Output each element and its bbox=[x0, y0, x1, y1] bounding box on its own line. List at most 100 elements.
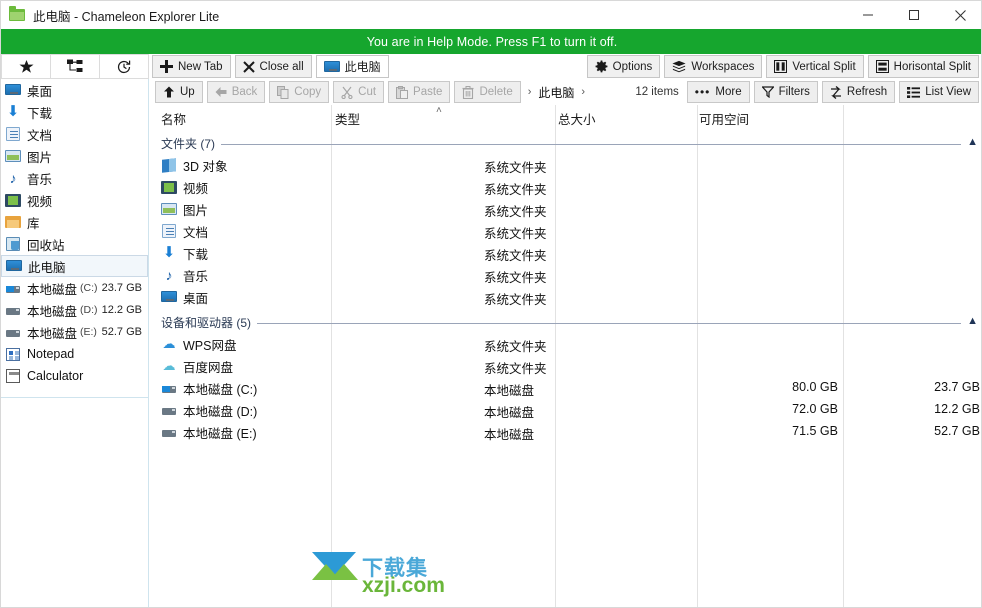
sidebar-item-6[interactable]: 库 bbox=[1, 211, 148, 233]
favorites-icon[interactable] bbox=[1, 54, 51, 79]
history-icon[interactable] bbox=[99, 54, 149, 79]
row-name-label: 桌面 bbox=[183, 291, 209, 306]
row-name-label: 本地磁盘 (C:) bbox=[183, 382, 258, 397]
row-name-cell: 文档 bbox=[161, 220, 208, 242]
back-button[interactable]: Back bbox=[206, 81, 266, 103]
group-header[interactable]: 设备和驱动器 (5) ▲ bbox=[150, 311, 981, 333]
table-row[interactable]: 本地磁盘 (D:) 本地磁盘 72.0 GB 12.2 GB bbox=[150, 399, 981, 421]
vertical-split-button[interactable]: Vertical Split bbox=[766, 55, 864, 78]
document-icon bbox=[161, 223, 177, 239]
up-label: Up bbox=[180, 86, 195, 98]
sidebar-item-size: 52.7 GB bbox=[101, 326, 142, 338]
download-icon: ⬇ bbox=[162, 244, 176, 261]
picture-icon bbox=[5, 148, 21, 164]
row-type-cell: 系统文件夹 bbox=[484, 362, 547, 376]
options-button[interactable]: Options bbox=[586, 55, 661, 78]
table-row[interactable]: 图片 系统文件夹 bbox=[150, 198, 981, 220]
group-collapse-icon[interactable]: ▲ bbox=[967, 315, 978, 327]
sidebar-item-3[interactable]: 图片 bbox=[1, 145, 148, 167]
more-button[interactable]: ••• More bbox=[686, 81, 750, 103]
group-header[interactable]: 文件夹 (7) ▲ bbox=[150, 132, 981, 154]
sidebar-item-12[interactable]: Notepad bbox=[1, 343, 148, 365]
computer-icon bbox=[323, 59, 340, 75]
sidebar-item-13[interactable]: Calculator bbox=[1, 365, 148, 387]
table-row[interactable]: 3D 对象 系统文件夹 bbox=[150, 154, 981, 176]
sidebar-item-7[interactable]: 回收站 bbox=[1, 233, 148, 255]
minimize-button[interactable] bbox=[845, 1, 891, 29]
row-name-cell: ♪ 音乐 bbox=[161, 264, 209, 286]
row-name-cell: 本地磁盘 (E:) bbox=[161, 421, 257, 443]
explorer-window: 此电脑 - Chameleon Explorer Lite You are in… bbox=[0, 0, 982, 608]
delete-button[interactable]: Delete bbox=[454, 81, 521, 103]
column-header-size[interactable]: 总大小 bbox=[558, 109, 596, 128]
sidebar-item-1[interactable]: ⬇ 下载 bbox=[1, 101, 148, 123]
column-header-name[interactable]: 名称 bbox=[161, 109, 186, 128]
up-button[interactable]: Up bbox=[155, 81, 203, 103]
cut-button[interactable]: Cut bbox=[333, 81, 385, 103]
file-groups: 文件夹 (7) ▲ 3D 对象 系统文件夹 视频 系统文件夹 图片 系统文件夹 文档 系统文件夹 ⬇… bbox=[150, 132, 981, 443]
ellipsis-icon: ••• bbox=[694, 85, 711, 99]
refresh-button[interactable]: Refresh bbox=[821, 81, 896, 103]
new-tab-label: New Tab bbox=[178, 60, 223, 73]
table-row[interactable]: 视频 系统文件夹 bbox=[150, 176, 981, 198]
sidebar-item-5[interactable]: 视频 bbox=[1, 189, 148, 211]
close-button[interactable] bbox=[937, 1, 981, 29]
table-row[interactable]: 本地磁盘 (E:) 本地磁盘 71.5 GB 52.7 GB bbox=[150, 421, 981, 443]
table-row[interactable]: ☁ 百度网盘 系统文件夹 bbox=[150, 355, 981, 377]
breadcrumb-this-pc[interactable]: 此电脑 bbox=[538, 84, 574, 101]
copy-button[interactable]: Copy bbox=[269, 81, 330, 103]
row-name-label: 文档 bbox=[183, 225, 209, 240]
breadcrumb-separator-right[interactable]: › bbox=[581, 86, 585, 98]
maximize-button[interactable] bbox=[891, 1, 937, 29]
sidebar-item-label: 回收站 bbox=[27, 238, 65, 253]
list-view-label: List View bbox=[925, 86, 971, 98]
sidebar-item-label: 图片 bbox=[27, 150, 53, 165]
row-name-cell: ⬇ 下载 bbox=[161, 242, 208, 264]
table-row[interactable]: 文档 系统文件夹 bbox=[150, 220, 981, 242]
watermark-logo-icon bbox=[312, 552, 358, 580]
row-free-cell: 12.2 GB bbox=[934, 402, 980, 416]
list-view-button[interactable]: List View bbox=[899, 81, 979, 103]
table-row[interactable]: ⬇ 下载 系统文件夹 bbox=[150, 242, 981, 264]
row-name-cell: 桌面 bbox=[161, 286, 208, 308]
table-row[interactable]: ♪ 音乐 系统文件夹 bbox=[150, 264, 981, 286]
sidebar-item-4[interactable]: ♪ 音乐 bbox=[1, 167, 148, 189]
sidebar-item-0[interactable]: 桌面 bbox=[1, 79, 148, 101]
library-icon bbox=[5, 214, 21, 230]
row-name-cell: 3D 对象 bbox=[161, 154, 227, 176]
table-row[interactable]: ☁ WPS网盘 系统文件夹 bbox=[150, 333, 981, 355]
file-list-pane: 名称 类型 总大小 可用空间 ˄ 文件夹 (7) ▲ 3D 对象 系统文件夹 视频 系统文… bbox=[150, 105, 981, 607]
tree-view-icon[interactable] bbox=[50, 54, 100, 79]
sidebar-item-2[interactable]: 文档 bbox=[1, 123, 148, 145]
row-type-cell: 系统文件夹 bbox=[484, 227, 547, 241]
workspaces-button[interactable]: Workspaces bbox=[664, 55, 763, 78]
group-title: 文件夹 (7) bbox=[161, 135, 222, 152]
table-row[interactable]: 本地磁盘 (C:) 本地磁盘 80.0 GB 23.7 GB bbox=[150, 377, 981, 399]
sidebar-item-10[interactable]: 本地磁盘 (D:) 12.2 GB bbox=[1, 299, 148, 321]
sidebar-item-9[interactable]: 本地磁盘 (C:) 23.7 GB bbox=[1, 277, 148, 299]
sidebar-list: 桌面 ⬇ 下载 文档 图片 ♪ 音乐 视频库回收站 此电脑 本地磁盘 (C:) 23.7 GB 本地磁盘… bbox=[1, 79, 148, 387]
sidebar-item-11[interactable]: 本地磁盘 (E:) 52.7 GB bbox=[1, 321, 148, 343]
wps-cloud-icon: ☁ bbox=[162, 336, 176, 351]
row-type-cell: 系统文件夹 bbox=[484, 183, 547, 197]
column-header-type[interactable]: 类型 bbox=[335, 109, 360, 128]
new-tab-button[interactable]: New Tab bbox=[152, 55, 231, 78]
horisontal-split-button[interactable]: Horisontal Split bbox=[867, 55, 979, 78]
close-all-button[interactable]: Close all bbox=[234, 55, 312, 78]
sidebar-item-size: 12.2 GB bbox=[101, 304, 142, 316]
filters-button[interactable]: Filters bbox=[753, 81, 818, 103]
tab-this-pc[interactable]: 此电脑 bbox=[315, 55, 389, 78]
close-x-icon bbox=[242, 60, 255, 73]
table-row[interactable]: 桌面 系统文件夹 bbox=[150, 286, 981, 308]
sidebar-item-8[interactable]: 此电脑 bbox=[1, 255, 148, 277]
row-name-label: 本地磁盘 (D:) bbox=[183, 404, 258, 419]
video-icon bbox=[161, 179, 177, 195]
sort-indicator: ˄ bbox=[436, 105, 442, 116]
filters-label: Filters bbox=[778, 86, 810, 98]
3d-objects-icon bbox=[161, 157, 177, 173]
paste-button[interactable]: Paste bbox=[388, 81, 451, 103]
column-header-free[interactable]: 可用空间 bbox=[699, 109, 749, 128]
trash-icon bbox=[462, 85, 474, 99]
top-toolbar: New Tab Close all 此电脑 Options Workspaces… bbox=[1, 54, 981, 79]
group-collapse-icon[interactable]: ▲ bbox=[967, 136, 978, 148]
